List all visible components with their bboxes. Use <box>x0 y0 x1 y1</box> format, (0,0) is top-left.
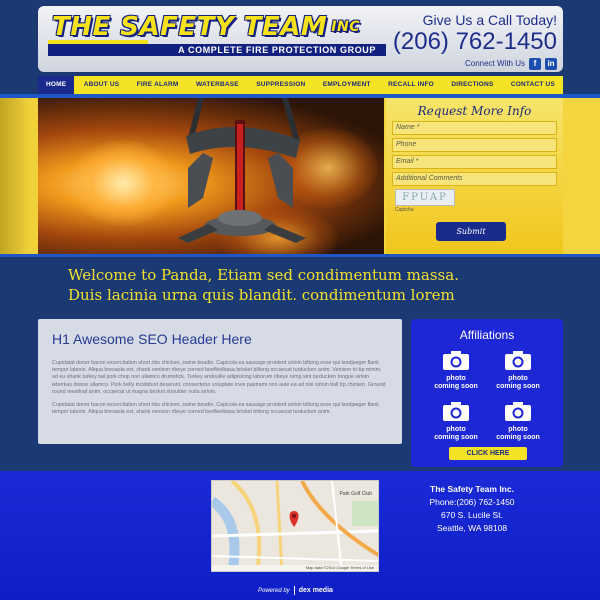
affiliations-grid: photo coming soon photo coming soon phot… <box>425 350 549 442</box>
nav-suppression[interactable]: SUPPRESSION <box>248 76 313 94</box>
affiliation-text: photo <box>446 375 466 382</box>
name-field[interactable]: Name * <box>392 121 557 135</box>
nav-about-us[interactable]: ABOUT US <box>76 76 128 94</box>
affiliation-text: coming soon <box>434 434 478 441</box>
sprinkler-head-graphic <box>178 98 306 243</box>
camera-icon <box>505 402 531 421</box>
body-paragraph: Cupidatat doner bacon excercitation shor… <box>52 402 379 416</box>
body-paragraph: Cupidatat doner bacon excercitation shor… <box>52 360 386 395</box>
logo-title: THE SAFETY TEAM INC <box>52 12 360 42</box>
site-header: THE SAFETY TEAM INC A COMPLETE FIRE PROTE… <box>38 6 563 72</box>
social-connect: Connect With Us f in <box>382 57 557 71</box>
map-attribution: Map data ©2014 Google Terms of Use <box>305 565 374 570</box>
map-label: Park Golf Club <box>339 491 372 497</box>
affiliation-text: coming soon <box>434 383 478 390</box>
affiliation-text: photo <box>446 426 466 433</box>
nav-contact-us[interactable]: CONTACT US <box>503 76 563 94</box>
affiliation-text: photo <box>508 375 528 382</box>
site-footer: Park Golf Club Map data ©2014 Google Ter… <box>0 471 600 600</box>
welcome-line-2: Duis lacinia urna quis blandit. condimen… <box>68 286 455 304</box>
camera-icon <box>443 351 469 370</box>
street-address: 670 S. Lucile St. <box>441 510 503 520</box>
welcome-banner: Welcome to Panda, Etiam sed condimentum … <box>68 265 568 305</box>
affiliation-item[interactable]: photo coming soon <box>487 401 549 442</box>
page-heading: H1 Awesome SEO Header Here <box>52 331 252 347</box>
nav-recall-info[interactable]: RECALL INFO <box>380 76 442 94</box>
call-callout: Give Us a Call Today! (206) 762-1450 Con… <box>382 12 557 71</box>
location-map[interactable]: Park Golf Club Map data ©2014 Google Ter… <box>211 480 379 572</box>
company-name: The Safety Team Inc. <box>430 484 514 494</box>
form-title: Request More Info <box>417 104 532 118</box>
nav-directions[interactable]: DIRECTIONS <box>443 76 501 94</box>
main-nav: HOME ABOUT US FIRE ALARM WATERBASE SUPPR… <box>38 76 563 94</box>
email-field[interactable]: Email * <box>392 155 557 169</box>
affiliations-title: Affiliations <box>459 328 515 342</box>
comments-field[interactable]: Additional Comments <box>392 172 557 186</box>
dex-media-logo: dex media <box>298 587 333 594</box>
logo-tagline: A COMPLETE FIRE PROTECTION GROUP <box>48 44 386 56</box>
hero: Request More Info Name * Phone Email * A… <box>0 98 600 254</box>
submit-button[interactable]: Submit <box>436 222 506 241</box>
powered-by-label: Powered by <box>258 587 290 594</box>
affiliation-text: photo <box>508 426 528 433</box>
connect-label: Connect With Us <box>464 59 525 68</box>
footer-phone[interactable]: Phone:(206) 762-1450 <box>412 496 532 509</box>
linkedin-icon[interactable]: in <box>545 58 557 70</box>
affiliation-item[interactable]: photo coming soon <box>425 350 487 391</box>
captcha-image: FPUAP <box>395 189 455 206</box>
phone-field[interactable]: Phone <box>392 138 557 152</box>
welcome-line-1: Welcome to Panda, Etiam sed condimentum … <box>68 266 459 284</box>
powered-by[interactable]: Powered by dex media <box>258 586 333 595</box>
affiliation-item[interactable]: photo coming soon <box>487 350 549 391</box>
request-info-form: Request More Info Name * Phone Email * A… <box>386 98 563 254</box>
nav-home[interactable]: HOME <box>38 76 75 94</box>
affiliation-item[interactable]: photo coming soon <box>425 401 487 442</box>
logo[interactable]: THE SAFETY TEAM INC A COMPLETE FIRE PROTE… <box>48 12 386 58</box>
nav-waterbase[interactable]: WATERBASE <box>188 76 247 94</box>
divider <box>293 586 295 595</box>
captcha-label: Captcha <box>395 207 414 213</box>
nav-employment[interactable]: EMPLOYMENT <box>315 76 379 94</box>
click-here-button[interactable]: CLICK HERE <box>449 447 527 460</box>
affiliations-panel: Affiliations photo coming soon photo com… <box>411 319 563 467</box>
facebook-icon[interactable]: f <box>529 58 541 70</box>
logo-inc: INC <box>331 19 360 35</box>
header-phone[interactable]: (206) 762-1450 <box>382 28 557 56</box>
footer-address: The Safety Team Inc. Phone:(206) 762-145… <box>412 483 532 535</box>
nav-fire-alarm[interactable]: FIRE ALARM <box>129 76 187 94</box>
camera-icon <box>443 402 469 421</box>
city-address: Seattle, WA 98108 <box>436 523 508 533</box>
sprinkler-photo <box>38 98 384 254</box>
camera-icon <box>505 351 531 370</box>
affiliation-text: coming soon <box>496 383 540 390</box>
divider <box>0 254 600 257</box>
main-content: H1 Awesome SEO Header Here Cupidatat don… <box>38 319 402 444</box>
affiliation-text: coming soon <box>496 434 540 441</box>
call-label: Give Us a Call Today! <box>422 12 557 28</box>
